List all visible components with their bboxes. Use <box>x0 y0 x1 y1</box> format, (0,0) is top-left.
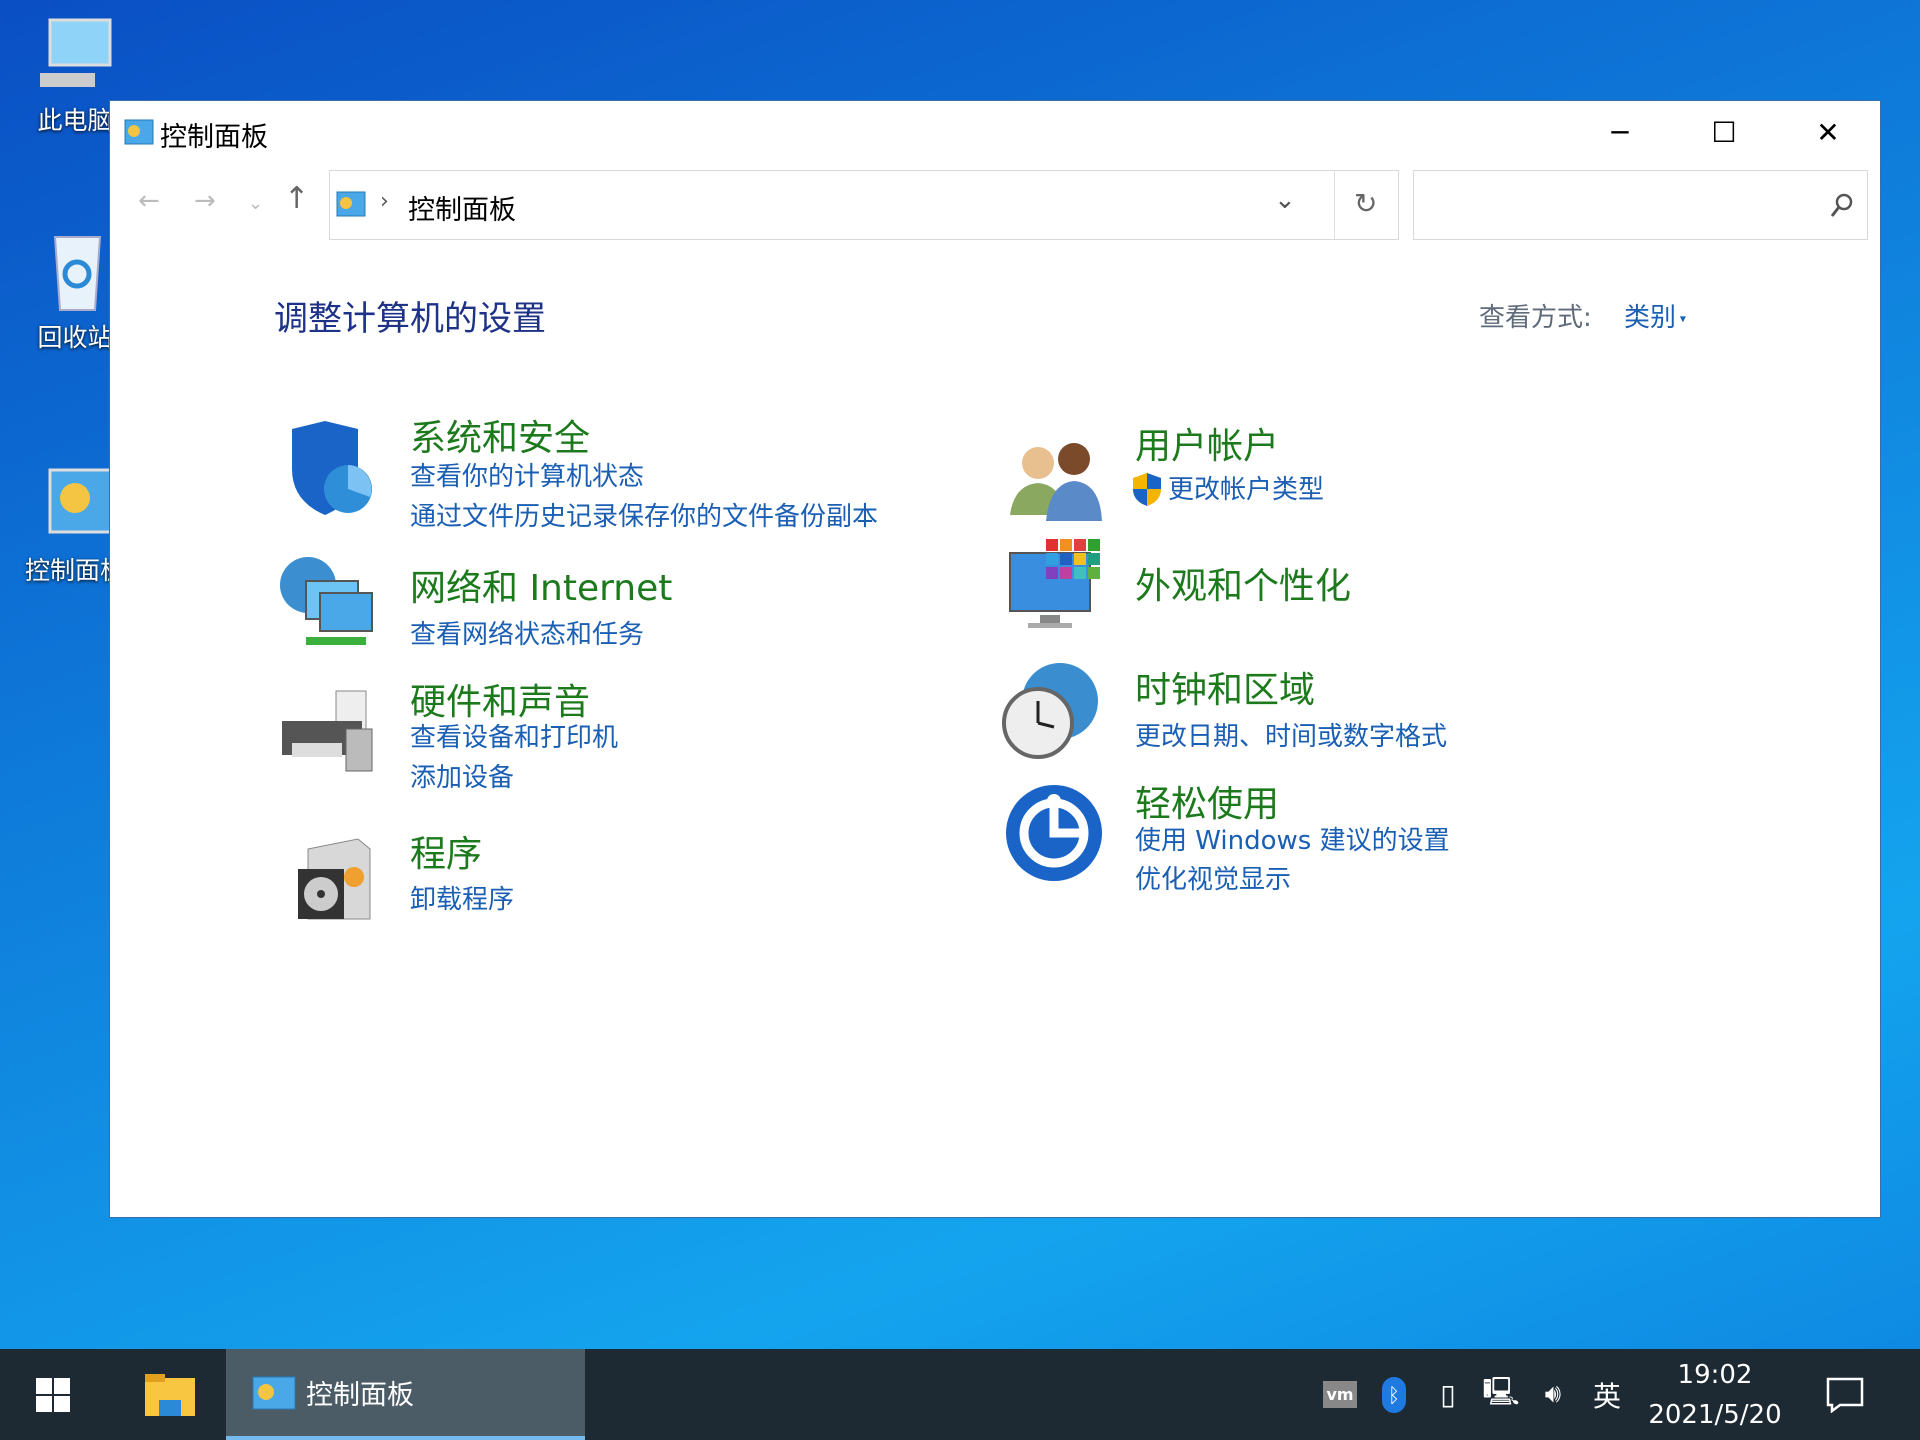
recycle-bin-icon <box>30 232 120 312</box>
programs-icon <box>298 838 371 920</box>
close-button[interactable]: ✕ <box>1776 101 1880 163</box>
notification-icon <box>1826 1377 1864 1413</box>
maximize-button[interactable]: ☐ <box>1672 101 1776 163</box>
category-programs[interactable]: 程序 <box>410 825 482 877</box>
link-file-history[interactable]: 通过文件历史记录保存你的文件备份副本 <box>410 496 878 533</box>
users-icon <box>1010 443 1102 521</box>
taskbar-item-control-panel[interactable]: 控制面板 <box>226 1349 585 1440</box>
chevron-down-icon[interactable]: ⌄ <box>1274 185 1296 215</box>
search-input[interactable] <box>1422 179 1812 231</box>
link-devices-printers[interactable]: 查看设备和打印机 <box>410 717 618 754</box>
category-network-internet[interactable]: 网络和 Internet <box>410 559 672 611</box>
minimize-button[interactable]: ─ <box>1568 101 1672 163</box>
taskbar: 控制面板 vm ᛒ ▯ 🖳 🔊︎ 英 19:02 2021/5/20 <box>0 1349 1920 1440</box>
bluetooth-icon[interactable]: ᛒ <box>1374 1349 1414 1440</box>
computer-icon <box>30 15 120 95</box>
appearance-icon <box>1009 539 1100 628</box>
search-icon[interactable] <box>1830 193 1854 219</box>
control-panel-icon <box>30 465 122 545</box>
action-center-button[interactable] <box>1810 1349 1880 1440</box>
link-check-status[interactable]: 查看你的计算机状态 <box>410 456 644 493</box>
windows-logo-icon <box>35 1377 70 1412</box>
breadcrumb-control-panel[interactable]: 控制面板 <box>408 188 516 227</box>
link-change-date-time-format[interactable]: 更改日期、时间或数字格式 <box>1135 716 1447 753</box>
time: 19:02 <box>1677 1359 1753 1390</box>
printer-icon <box>282 690 373 772</box>
folder-icon <box>145 1373 195 1416</box>
clock[interactable]: 19:02 2021/5/20 <box>1640 1349 1790 1440</box>
category-user-accounts[interactable]: 用户帐户 <box>1135 417 1279 469</box>
page-title: 调整计算机的设置 <box>274 299 546 339</box>
category-appearance-personalization[interactable]: 外观和个性化 <box>1135 557 1351 609</box>
link-add-device[interactable]: 添加设备 <box>410 757 514 794</box>
ease-of-access-icon <box>1006 785 1102 881</box>
uac-shield-icon <box>1133 473 1161 506</box>
refresh-button[interactable]: ↻ <box>1354 187 1377 220</box>
control-panel-icon <box>252 1376 296 1409</box>
control-panel-icon <box>336 191 366 217</box>
title-bar: 控制面板 ─ ☐ ✕ <box>110 101 1880 163</box>
view-by-dropdown[interactable]: 类别 ▾ <box>1624 297 1686 334</box>
volume-icon[interactable]: 🔊︎ <box>1530 1349 1576 1440</box>
back-button[interactable]: ← <box>138 186 160 216</box>
recent-locations-button[interactable]: ⌄ <box>248 193 263 214</box>
breadcrumb-separator-icon: › <box>380 189 389 214</box>
window-title: 控制面板 <box>160 122 268 153</box>
link-optimize-visual-display[interactable]: 优化视觉显示 <box>1135 859 1291 896</box>
up-button[interactable]: ↑ <box>284 181 309 216</box>
start-button[interactable] <box>0 1349 105 1440</box>
view-by-label: 查看方式: <box>1479 303 1592 333</box>
clock-icon <box>1002 663 1098 759</box>
forward-button[interactable]: → <box>194 186 216 216</box>
usb-device-icon[interactable]: ▯ <box>1428 1349 1468 1440</box>
vmware-tray-icon[interactable]: vm <box>1318 1349 1362 1440</box>
divider <box>1334 171 1335 239</box>
link-windows-recommended-settings[interactable]: 使用 Windows 建议的设置 <box>1135 820 1450 857</box>
network-tray-icon[interactable]: 🖳 <box>1478 1349 1524 1440</box>
file-explorer-button[interactable] <box>120 1349 220 1440</box>
category-clock-region[interactable]: 时钟和区域 <box>1135 661 1315 713</box>
ime-indicator[interactable]: 英 <box>1584 1349 1630 1440</box>
search-box[interactable] <box>1413 170 1868 240</box>
category-system-security[interactable]: 系统和安全 <box>410 409 590 461</box>
link-uninstall-program[interactable]: 卸载程序 <box>410 879 514 916</box>
address-bar[interactable]: › 控制面板 ⌄ ↻ <box>329 170 1399 240</box>
link-network-status[interactable]: 查看网络状态和任务 <box>410 614 644 651</box>
link-change-account-type[interactable]: 更改帐户类型 <box>1168 469 1324 506</box>
control-panel-icon <box>124 119 154 145</box>
date: 2021/5/20 <box>1648 1399 1782 1430</box>
shield-icon <box>292 421 372 515</box>
control-panel-window: 控制面板 ─ ☐ ✕ ← → ⌄ ↑ › 控制面板 ⌄ ↻ 调整计算机的设置 查… <box>109 100 1881 1218</box>
network-icon <box>280 557 373 645</box>
